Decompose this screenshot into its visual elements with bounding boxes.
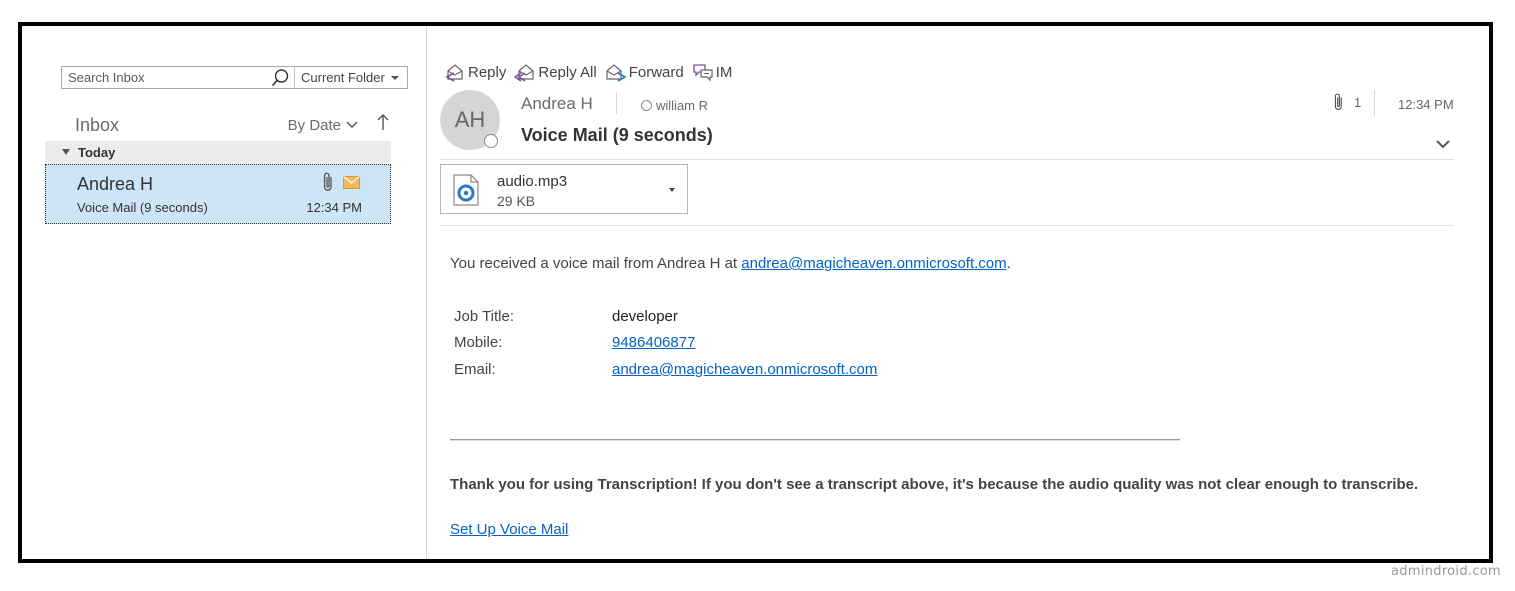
setup-voice-mail-link[interactable]: Set Up Voice Mail	[450, 521, 568, 538]
reply-label: Reply	[468, 63, 507, 81]
search-box: Current Folder	[61, 66, 408, 89]
reply-all-button[interactable]: Reply All	[514, 62, 597, 82]
arrow-up-icon[interactable]	[376, 113, 390, 137]
email-link[interactable]: andrea@magicheaven.onmicrosoft.com	[612, 361, 877, 378]
im-button[interactable]: IM	[692, 62, 733, 82]
folder-header: Inbox By Date	[75, 112, 390, 138]
list-item[interactable]: Andrea H Voice Mail (9 seconds) 12:34 PM	[45, 164, 391, 224]
search-input[interactable]	[62, 67, 266, 88]
attachment-card[interactable]: audio.mp3 29 KB	[440, 164, 688, 214]
transcription-notice: Thank you for using Transcription! If yo…	[450, 476, 1419, 493]
expand-header-chevron-icon[interactable]	[1435, 136, 1451, 154]
message-intro: You received a voice mail from Andrea H …	[450, 255, 1011, 272]
avatar-initials: AH	[454, 107, 486, 132]
paperclip-icon	[323, 172, 332, 191]
group-header-today[interactable]: Today	[45, 141, 391, 163]
search-icon[interactable]	[266, 67, 294, 88]
message-list-pane: Current Folder Inbox By Date Today Andre…	[22, 26, 427, 559]
outlook-window: Current Folder Inbox By Date Today Andre…	[18, 22, 1493, 563]
reply-all-label: Reply All	[538, 63, 597, 81]
forward-icon	[606, 64, 627, 82]
search-scope-label: Current Folder	[301, 70, 385, 85]
caller-details-table: Job Title: developer Mobile: 9486406877 …	[454, 303, 877, 383]
table-row: Job Title: developer	[454, 303, 877, 330]
mail-sender: Andrea H	[77, 174, 154, 194]
intro-end: .	[1006, 255, 1011, 272]
divider	[616, 92, 617, 114]
collapse-triangle-icon	[62, 149, 70, 155]
detail-label: Job Title:	[454, 307, 515, 325]
mail-subject: Voice Mail (9 seconds)	[77, 200, 208, 215]
envelope-icon[interactable]	[343, 175, 360, 189]
table-row: Email: andrea@magicheaven.onmicrosoft.co…	[454, 356, 877, 383]
recipient-presence-icon	[641, 100, 652, 111]
divider	[440, 225, 1454, 226]
im-label: IM	[715, 63, 733, 81]
search-scope-dropdown[interactable]: Current Folder	[294, 67, 407, 88]
message-actions-toolbar: Reply Reply All Forward IM	[444, 62, 732, 82]
attachment-count: 1	[1333, 92, 1361, 112]
attachment-name: audio.mp3	[497, 173, 568, 190]
divider	[440, 159, 1454, 160]
reply-icon	[445, 64, 463, 82]
mail-time: 12:34 PM	[306, 200, 362, 215]
message-time: 12:34 PM	[1398, 97, 1454, 112]
sort-by-label: By Date	[287, 116, 341, 134]
message-subject: Voice Mail (9 seconds)	[521, 125, 713, 145]
horizontal-rule	[450, 439, 1180, 441]
folder-title: Inbox	[75, 114, 120, 135]
detail-label: Email:	[454, 360, 496, 378]
intro-text: You received a voice mail from Andrea H …	[450, 255, 742, 272]
forward-label: Forward	[628, 63, 684, 81]
watermark: admindroid.com	[1391, 564, 1501, 579]
reply-button[interactable]: Reply	[444, 62, 506, 82]
chevron-down-icon	[391, 75, 399, 80]
group-label: Today	[78, 144, 116, 160]
table-row: Mobile: 9486406877	[454, 330, 877, 357]
paperclip-icon	[1334, 93, 1342, 110]
sender-email-link[interactable]: andrea@magicheaven.onmicrosoft.com	[741, 255, 1006, 272]
presence-status-icon	[484, 134, 498, 148]
recipient-name: william R	[656, 98, 708, 113]
im-icon	[693, 64, 713, 82]
chevron-down-icon[interactable]	[669, 188, 675, 192]
chevron-down-icon	[346, 121, 358, 129]
attachment-size: 29 KB	[497, 193, 536, 209]
attachment-count-value: 1	[1354, 94, 1362, 110]
sort-by-button[interactable]: By Date	[288, 117, 358, 134]
recipient[interactable]: william R	[641, 98, 708, 113]
forward-button[interactable]: Forward	[605, 62, 684, 82]
detail-label: Mobile:	[454, 334, 503, 352]
divider	[1374, 90, 1375, 116]
mobile-link[interactable]: 9486406877	[612, 334, 695, 351]
detail-value: developer	[612, 307, 678, 325]
reply-all-icon	[514, 64, 534, 82]
audio-file-icon	[453, 174, 479, 206]
sender-name[interactable]: Andrea H	[521, 94, 593, 114]
reading-pane: Reply Reply All Forward IM AH Andrea H w…	[427, 26, 1489, 559]
